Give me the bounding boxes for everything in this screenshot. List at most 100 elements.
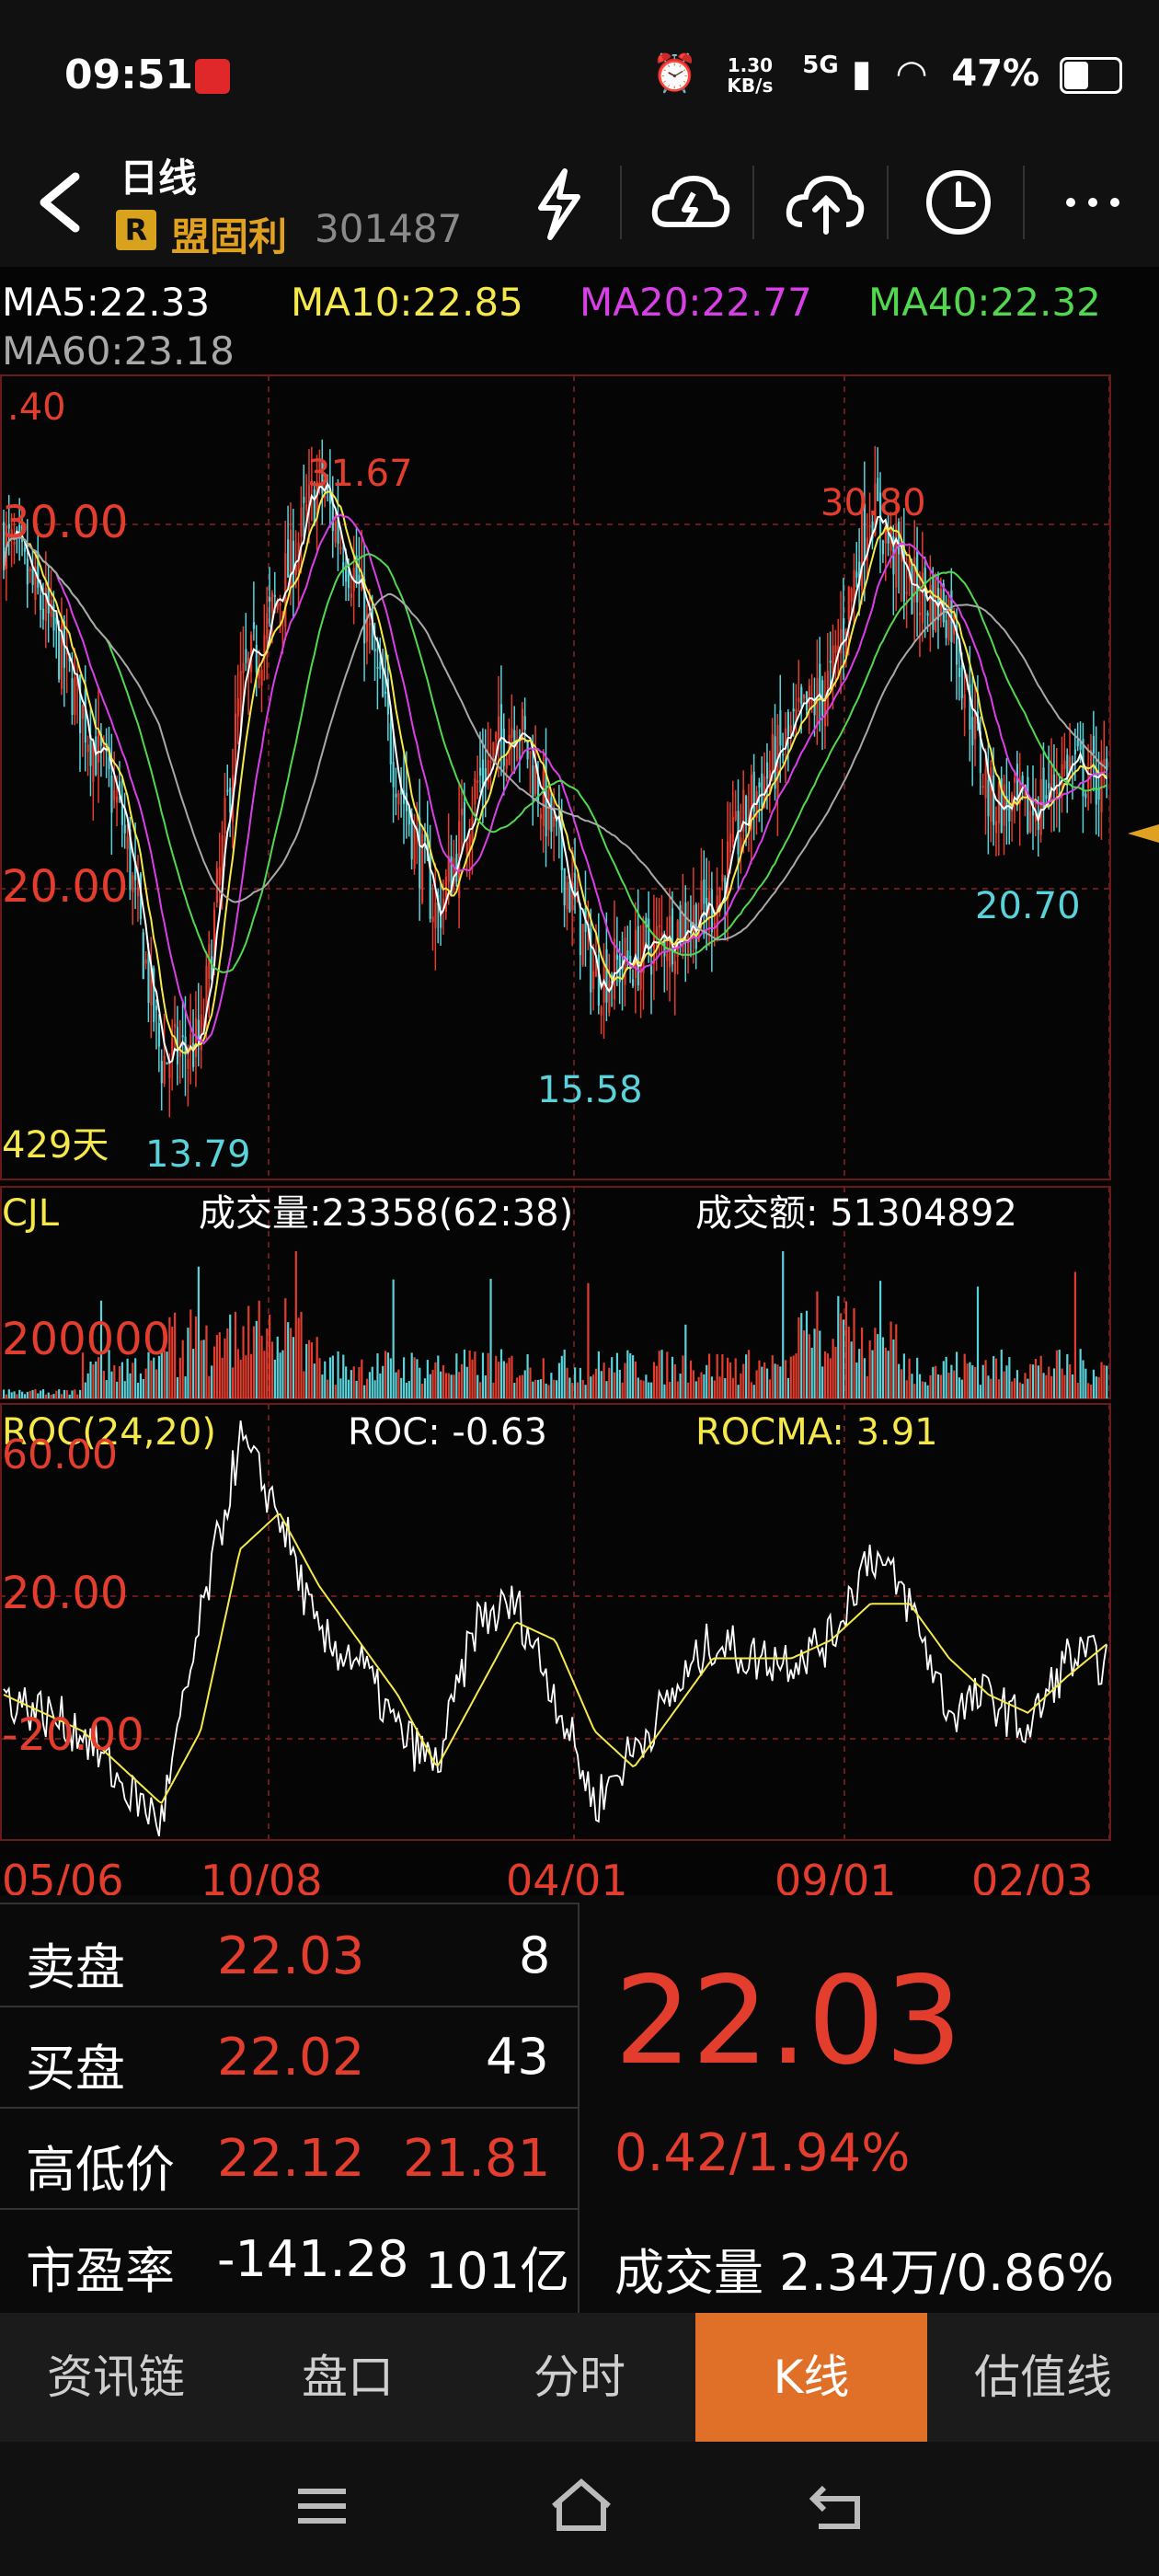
candle-body bbox=[279, 603, 281, 606]
tab-intraday[interactable]: 分时 bbox=[464, 2313, 695, 2442]
candle-body bbox=[376, 666, 379, 669]
volume-bar bbox=[966, 1363, 969, 1398]
volume-bar bbox=[615, 1352, 619, 1398]
candle-body bbox=[465, 843, 468, 856]
volume-bar bbox=[1008, 1357, 1011, 1398]
candle-body bbox=[1100, 760, 1103, 812]
candle-body bbox=[721, 874, 724, 882]
volume-bar bbox=[292, 1337, 295, 1398]
candle-body bbox=[918, 612, 922, 615]
volume-bar bbox=[95, 1361, 98, 1398]
volume-bar bbox=[990, 1378, 993, 1398]
volume-bar bbox=[508, 1357, 511, 1398]
candle-body bbox=[963, 694, 966, 708]
volume-bar bbox=[768, 1379, 772, 1398]
candle-body bbox=[850, 588, 853, 603]
candle-body bbox=[1029, 811, 1032, 833]
volume-bar bbox=[758, 1360, 761, 1398]
volume-bar bbox=[881, 1337, 885, 1398]
candle-body bbox=[300, 507, 303, 537]
volume-bar bbox=[474, 1351, 476, 1398]
tab-valuation[interactable]: 估值线 bbox=[927, 2313, 1159, 2442]
volume-bar bbox=[297, 1317, 300, 1398]
candle-body bbox=[163, 1055, 166, 1084]
volume-bar bbox=[434, 1362, 437, 1398]
buy-label: 买盘 bbox=[26, 2040, 125, 2098]
x-axis-label: 05/06 bbox=[2, 1856, 124, 1895]
cjl-title: CJL bbox=[2, 1192, 60, 1235]
volume-bar bbox=[481, 1352, 485, 1398]
candle-body bbox=[637, 926, 639, 986]
volume-bar bbox=[602, 1363, 605, 1398]
tab-kline[interactable]: K线 bbox=[695, 2313, 927, 2442]
volume-bar bbox=[205, 1325, 208, 1398]
volume-bar bbox=[499, 1349, 503, 1398]
volume-bar bbox=[400, 1377, 403, 1398]
candle-body bbox=[471, 816, 474, 844]
volume-bar bbox=[273, 1359, 276, 1398]
volume-bar bbox=[935, 1365, 937, 1398]
back-nav-button[interactable] bbox=[806, 2475, 870, 2539]
menu-nav-button[interactable] bbox=[291, 2475, 355, 2539]
volume-bar bbox=[590, 1376, 592, 1398]
volume-bar bbox=[1000, 1349, 1003, 1398]
volume-bar bbox=[826, 1353, 829, 1398]
volume-bar bbox=[924, 1382, 926, 1398]
volume-bar bbox=[918, 1374, 922, 1398]
candle-body bbox=[168, 1063, 171, 1078]
candle-body bbox=[553, 816, 556, 827]
tab-news-chain[interactable]: 资讯链 bbox=[0, 2313, 232, 2442]
more-button[interactable] bbox=[1056, 162, 1130, 245]
candle-body bbox=[734, 811, 737, 821]
volume-bar bbox=[692, 1370, 695, 1398]
candle-body bbox=[1092, 735, 1096, 754]
volume-bar bbox=[84, 1382, 86, 1398]
rocma-value: ROCMA: 3.91 bbox=[695, 1411, 938, 1454]
volume-bar bbox=[707, 1353, 711, 1398]
volume-bar bbox=[78, 1389, 82, 1398]
volume-bar bbox=[342, 1354, 345, 1398]
kline-chart[interactable]: MA5:22.33 MA10:22.85 MA20:22.77 MA40:22.… bbox=[0, 267, 1159, 1895]
volume-bar bbox=[731, 1377, 734, 1398]
volume-bar bbox=[874, 1328, 877, 1398]
back-button[interactable] bbox=[28, 166, 92, 239]
home-nav-button[interactable] bbox=[546, 2475, 616, 2539]
volume-bar bbox=[429, 1374, 431, 1398]
volume-bar bbox=[23, 1394, 27, 1398]
candle-body bbox=[113, 790, 116, 800]
volume-bar bbox=[92, 1363, 95, 1398]
candle-body bbox=[673, 960, 676, 974]
volume-bar bbox=[844, 1301, 848, 1398]
history-button[interactable] bbox=[918, 162, 1001, 245]
volume-bar bbox=[74, 1389, 76, 1398]
candle-body bbox=[136, 887, 140, 897]
battery-text: 47% bbox=[951, 52, 1040, 95]
volume-bar bbox=[710, 1376, 714, 1398]
candle-body bbox=[842, 617, 845, 644]
volume-bar bbox=[431, 1370, 434, 1398]
volume-bar bbox=[407, 1381, 410, 1398]
volume-bar bbox=[202, 1340, 205, 1398]
candle-body bbox=[819, 663, 821, 696]
candle-body bbox=[339, 546, 342, 549]
volume-bar bbox=[950, 1364, 953, 1398]
cloud-sync-button[interactable] bbox=[648, 162, 732, 245]
cloud-upload-button[interactable] bbox=[782, 162, 866, 245]
tab-order-book[interactable]: 盘口 bbox=[232, 2313, 464, 2442]
flash-button[interactable] bbox=[522, 162, 596, 245]
days-label: 429天 bbox=[2, 1124, 109, 1167]
high-annotation: 31.67 bbox=[307, 453, 413, 495]
volume-bar bbox=[795, 1353, 798, 1398]
candle-body bbox=[703, 879, 706, 904]
candle-body bbox=[305, 504, 308, 511]
candle-body bbox=[945, 620, 947, 638]
volume-bar bbox=[150, 1360, 153, 1398]
wifi-icon: ◠ bbox=[897, 52, 926, 95]
volume-bar bbox=[837, 1295, 840, 1398]
low-annotation: 15.58 bbox=[537, 1069, 643, 1111]
volume-bar bbox=[900, 1369, 903, 1398]
volume-bar bbox=[505, 1363, 508, 1398]
volume-bar bbox=[181, 1340, 184, 1398]
header-divider bbox=[620, 166, 622, 239]
candle-body bbox=[1063, 760, 1066, 770]
